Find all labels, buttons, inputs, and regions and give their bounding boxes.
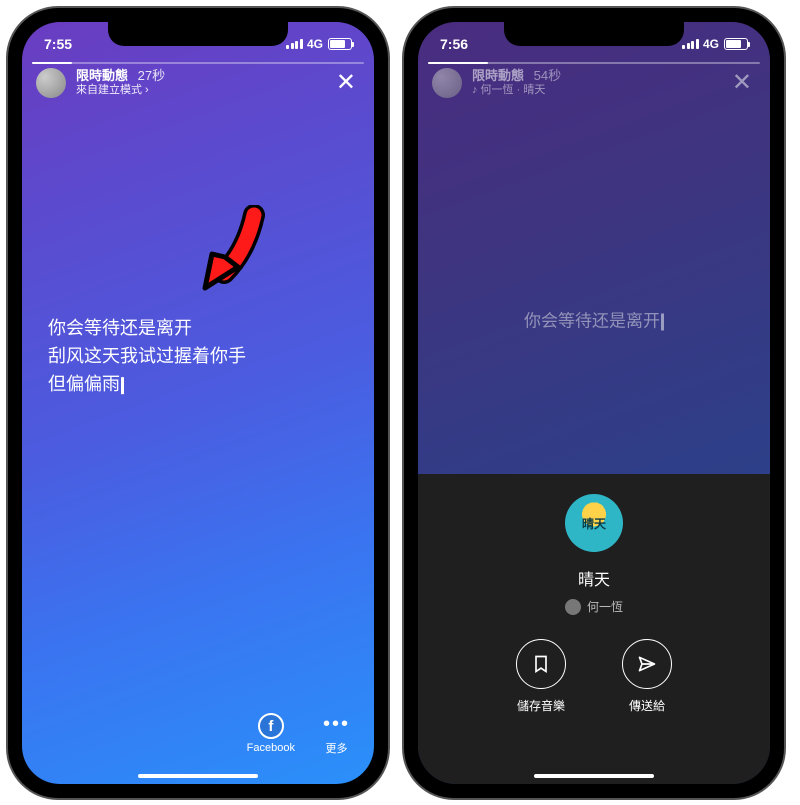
more-icon: •••	[323, 711, 350, 737]
story-seconds: 54秒	[534, 68, 561, 83]
battery-icon	[724, 38, 748, 50]
status-bar: 7:55 4G	[22, 22, 374, 58]
close-icon[interactable]: ✕	[728, 64, 756, 101]
send-icon	[622, 639, 672, 689]
status-time: 7:55	[44, 36, 72, 52]
story-progress	[428, 62, 760, 64]
artist-name: 何一恆	[587, 598, 623, 615]
story-seconds: 27秒	[138, 68, 165, 83]
story-progress	[32, 62, 364, 64]
save-music-label: 儲存音樂	[517, 697, 565, 714]
avatar[interactable]	[432, 68, 462, 98]
lyrics-text: 你会等待还是离开 刮风这天我试过握着你手 但偏偏雨	[22, 315, 374, 399]
status-time: 7:56	[440, 36, 468, 52]
lyrics-text: 你会等待还是离开	[418, 307, 770, 332]
artist-avatar-icon	[565, 599, 581, 615]
cursor-icon	[121, 377, 124, 394]
send-to-button[interactable]: 傳送給	[622, 639, 672, 714]
network-label: 4G	[307, 37, 323, 51]
more-button[interactable]: ••• 更多	[323, 711, 350, 756]
facebook-icon: f	[258, 713, 284, 739]
story-subtitle[interactable]: 來自建立模式 ›	[76, 84, 322, 98]
home-indicator[interactable]	[138, 774, 258, 778]
status-bar: 7:56 4G	[418, 22, 770, 58]
story-title: 限時動態	[472, 68, 524, 83]
send-to-label: 傳送給	[629, 697, 665, 714]
home-indicator[interactable]	[534, 774, 654, 778]
close-icon[interactable]: ✕	[332, 64, 360, 101]
artist-row[interactable]: 何一恆	[565, 598, 623, 615]
story-title: 限時動態	[76, 68, 128, 83]
cursor-icon	[661, 314, 664, 331]
avatar[interactable]	[36, 68, 66, 98]
story-header: 限時動態 27秒 來自建立模式 › ✕	[22, 58, 374, 107]
song-name: 晴天	[578, 566, 610, 590]
battery-icon	[328, 38, 352, 50]
story-header: 限時動態 54秒 ♪ 何一恆 · 晴天 ✕	[418, 58, 770, 107]
more-label: 更多	[325, 740, 347, 756]
signal-icon	[286, 39, 303, 49]
arrow-annotation	[194, 205, 274, 306]
signal-icon	[682, 39, 699, 49]
story-subtitle[interactable]: ♪ 何一恆 · 晴天	[472, 84, 718, 98]
bookmark-icon	[516, 639, 566, 689]
share-facebook-button[interactable]: f Facebook	[247, 713, 295, 754]
music-action-sheet: 晴天 晴天 何一恆 儲存音樂 傳送給	[418, 474, 770, 784]
album-art[interactable]: 晴天	[565, 494, 623, 552]
network-label: 4G	[703, 37, 719, 51]
facebook-label: Facebook	[247, 742, 295, 754]
save-music-button[interactable]: 儲存音樂	[516, 639, 566, 714]
